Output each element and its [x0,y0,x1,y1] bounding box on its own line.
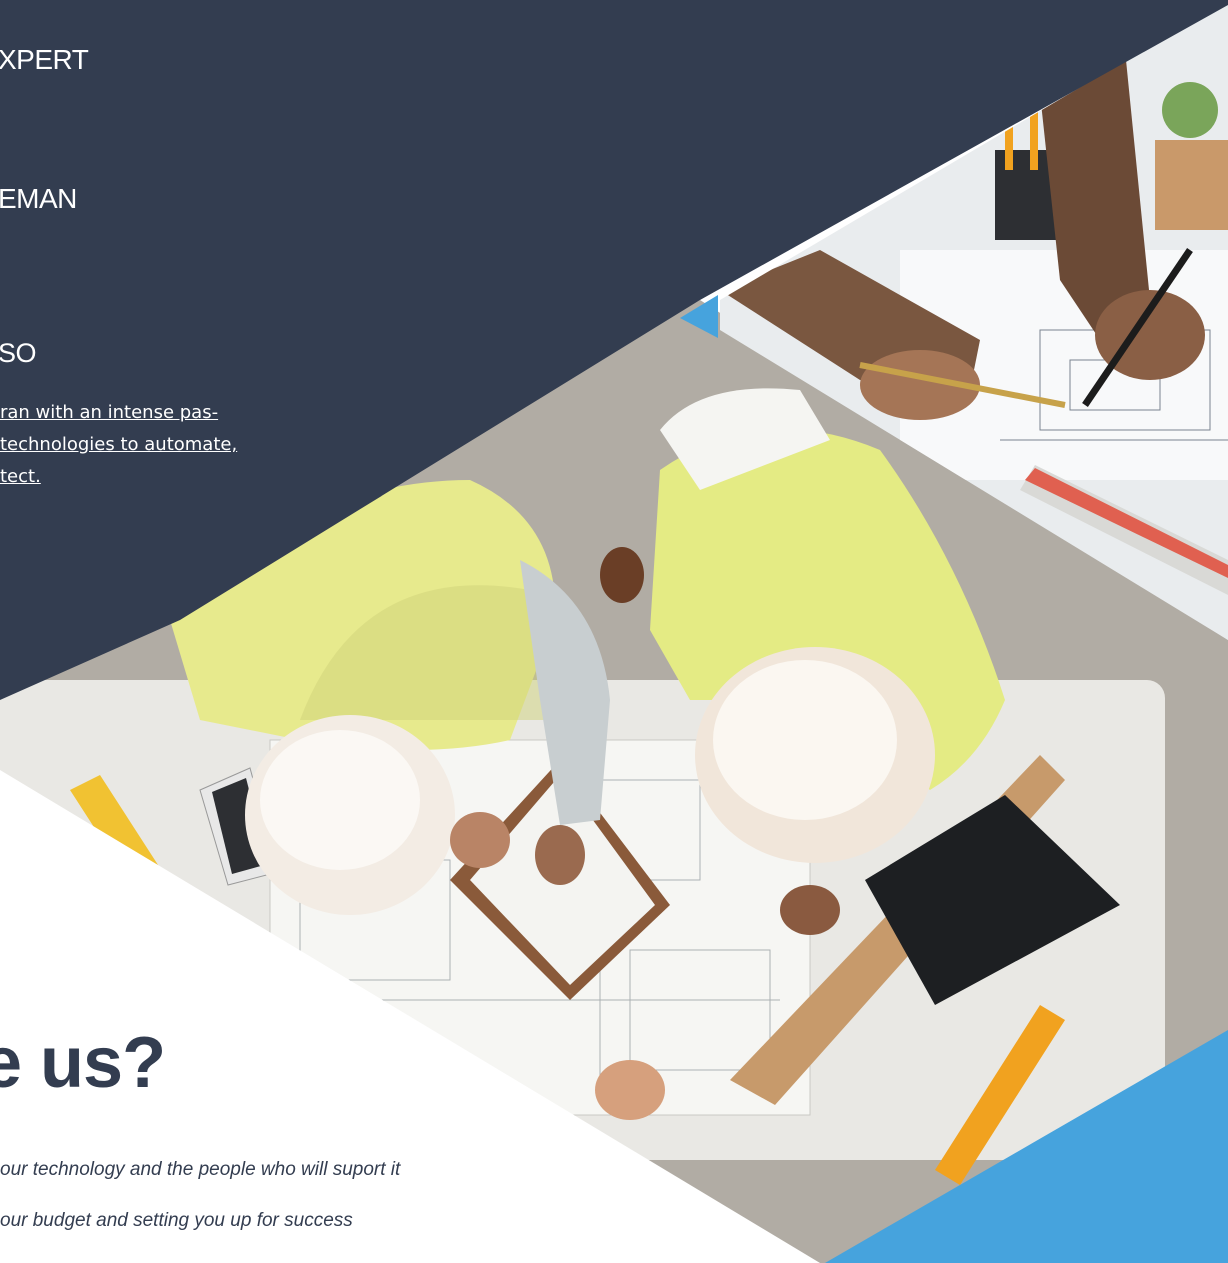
benefit-item: our technology and the people who will s… [0,1159,401,1180]
bio-link-line-1[interactable]: ran with an intense pas- [0,402,218,423]
construction-workers-photo [0,0,1228,1263]
benefit-item: our budget and setting you up for succes… [0,1210,353,1231]
ciso-title: SO [0,338,37,368]
expert-title: XPERT [0,44,89,75]
bio-link-line-2[interactable]: technologies to automate, [0,434,237,455]
page-canvas: XPERT EMAN SO ran with an intense pas- t… [0,0,1228,1263]
bio-text: ran with an intense pas- technologies to… [0,397,300,493]
foreman-title: EMAN [0,183,77,214]
section-heading: e us? [0,1023,166,1103]
bio-link-line-3[interactable]: tect. [0,466,41,487]
